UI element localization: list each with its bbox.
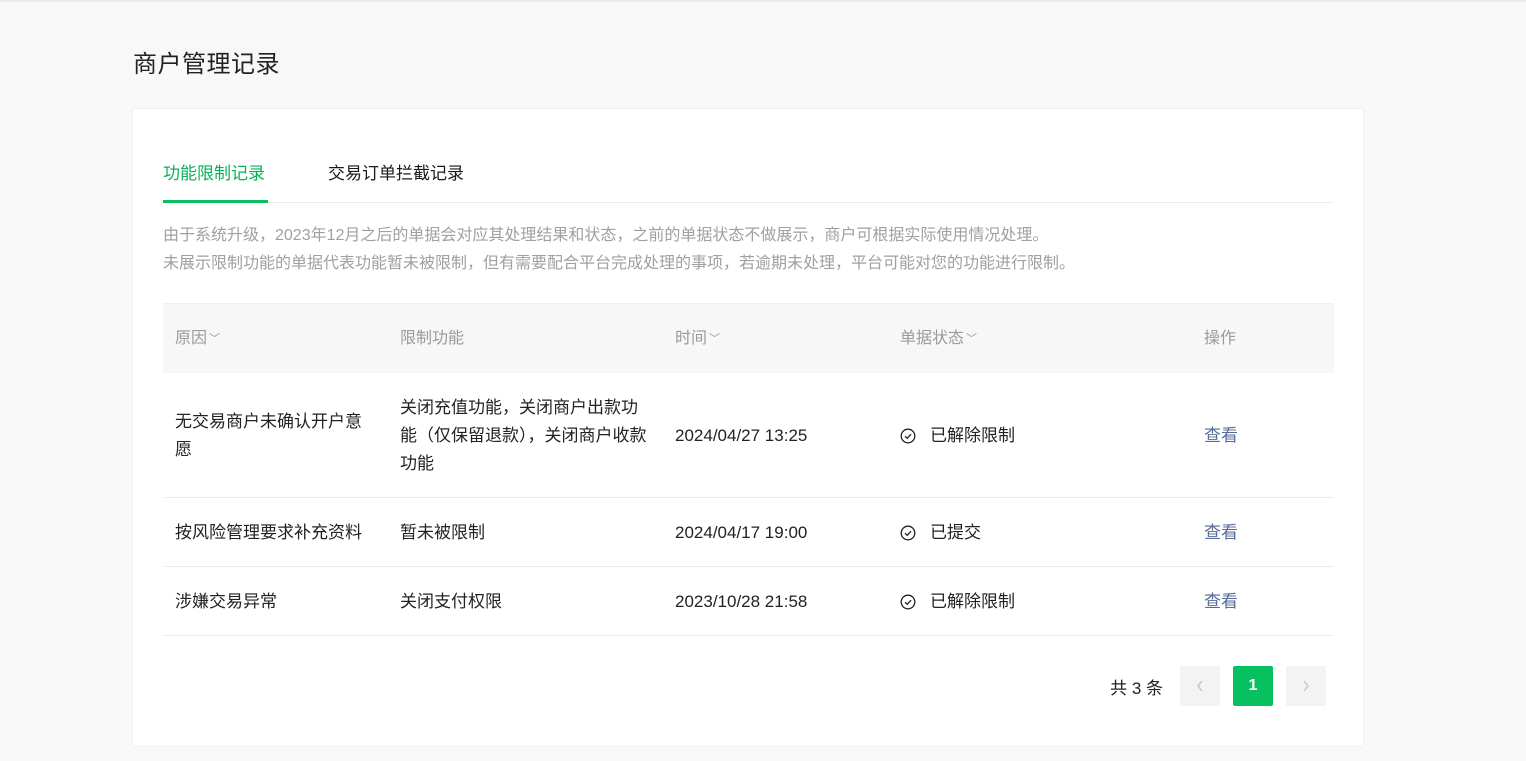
tab-bar: 功能限制记录 交易订单拦截记录	[163, 159, 1334, 203]
view-link[interactable]: 查看	[1204, 519, 1238, 547]
notice-text: 由于系统升级，2023年12月之后的单据会对应其处理结果和状态，之前的单据状态不…	[163, 222, 1334, 278]
next-page-button[interactable]	[1286, 666, 1326, 706]
table-header: 原因 ﹀ 限制功能 时间 ﹀ 单据状态 ﹀ 操作	[163, 303, 1334, 373]
cell-time: 2024/04/17 19:00	[675, 522, 808, 542]
cell-status: 已提交	[900, 498, 1160, 567]
status-text: 已解除限制	[930, 425, 1015, 445]
table-row: 按风险管理要求补充资料 暂未被限制 2024/04/17 19:00 已提交 查…	[163, 498, 1334, 567]
prev-page-button[interactable]	[1180, 666, 1220, 706]
notice-line-2: 未展示限制功能的单据代表功能暂未被限制，但有需要配合平台完成处理的事项，若逾期未…	[163, 255, 1076, 272]
tab-transaction-intercept[interactable]: 交易订单拦截记录	[328, 159, 464, 203]
status-text: 已提交	[930, 522, 981, 542]
status-text: 已解除限制	[930, 591, 1015, 611]
cell-action: 查看	[1204, 567, 1304, 636]
check-circle-icon	[900, 428, 916, 443]
table-row: 无交易商户未确认开户意愿 关闭充值功能，关闭商户出款功能（仅保留退款），关闭商户…	[163, 373, 1334, 498]
cell-status: 已解除限制	[900, 567, 1160, 636]
column-header-reason[interactable]: 原因 ﹀	[175, 304, 375, 374]
chevron-down-icon: ﹀	[209, 333, 221, 345]
column-header-reason-label: 原因	[175, 330, 208, 347]
pagination: 共 3 条 1	[1110, 666, 1326, 706]
column-header-function: 限制功能	[400, 330, 465, 347]
cell-reason: 无交易商户未确认开户意愿	[175, 411, 362, 459]
column-header-status-label: 单据状态	[900, 330, 965, 347]
tab-function-restriction[interactable]: 功能限制记录	[163, 159, 268, 203]
column-header-time-label: 时间	[675, 330, 708, 347]
chevron-down-icon: ﹀	[966, 333, 978, 345]
cell-action: 查看	[1204, 498, 1304, 567]
total-count: 共 3 条	[1110, 678, 1163, 698]
cell-function: 关闭充值功能，关闭商户出款功能（仅保留退款），关闭商户收款功能	[400, 397, 647, 473]
cell-reason: 按风险管理要求补充资料	[175, 522, 362, 542]
cell-action: 查看	[1204, 373, 1304, 498]
view-link[interactable]: 查看	[1204, 588, 1238, 616]
page-title: 商户管理记录	[133, 51, 280, 78]
table-row: 涉嫌交易异常 关闭支付权限 2023/10/28 21:58 已解除限制 查看	[163, 567, 1334, 636]
column-header-status[interactable]: 单据状态 ﹀	[900, 304, 1160, 374]
check-circle-icon	[900, 594, 916, 609]
records-card: 功能限制记录 交易订单拦截记录 由于系统升级，2023年12月之后的单据会对应其…	[132, 108, 1364, 747]
column-header-action: 操作	[1204, 330, 1237, 347]
column-header-time[interactable]: 时间 ﹀	[675, 304, 875, 374]
chevron-left-icon	[1197, 680, 1203, 692]
view-link[interactable]: 查看	[1204, 422, 1238, 450]
cell-time: 2023/10/28 21:58	[675, 591, 808, 611]
cell-time: 2024/04/27 13:25	[675, 425, 808, 445]
cell-reason: 涉嫌交易异常	[175, 591, 277, 611]
chevron-right-icon	[1303, 680, 1309, 692]
records-table: 原因 ﹀ 限制功能 时间 ﹀ 单据状态 ﹀ 操作 无交易商户未确认开户意愿 关闭充值功…	[163, 303, 1334, 636]
cell-status: 已解除限制	[900, 373, 1160, 498]
page-button-1[interactable]: 1	[1233, 666, 1273, 706]
top-divider	[0, 0, 1526, 2]
cell-function: 关闭支付权限	[400, 591, 502, 611]
check-circle-icon	[900, 525, 916, 540]
notice-line-1: 由于系统升级，2023年12月之后的单据会对应其处理结果和状态，之前的单据状态不…	[163, 227, 1049, 244]
chevron-down-icon: ﹀	[709, 333, 721, 345]
cell-function: 暂未被限制	[400, 522, 485, 542]
